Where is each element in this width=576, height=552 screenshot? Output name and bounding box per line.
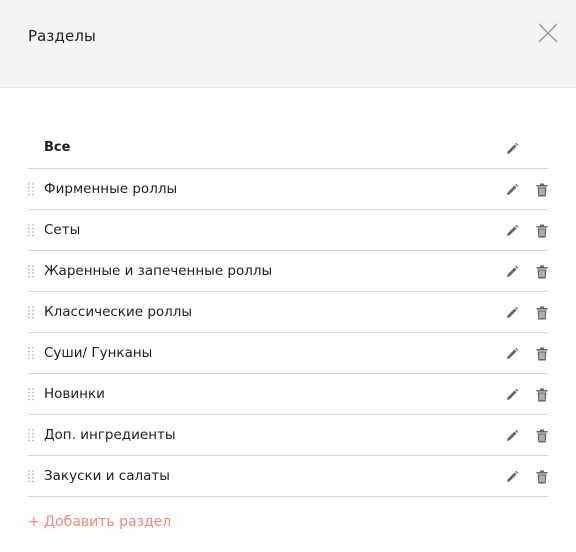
trash-icon bbox=[536, 183, 548, 197]
trash-icon bbox=[536, 306, 548, 320]
trash-icon bbox=[536, 347, 548, 361]
edit-button[interactable] bbox=[505, 223, 519, 237]
drag-handle-icon[interactable] bbox=[28, 346, 34, 360]
trash-icon bbox=[536, 470, 548, 484]
drag-handle-icon[interactable] bbox=[28, 387, 34, 401]
add-section-link[interactable]: + Добавить раздел bbox=[28, 514, 171, 530]
section-label: Жаренные и запеченные роллы bbox=[44, 263, 273, 279]
delete-button[interactable] bbox=[536, 428, 548, 443]
drag-handle-icon[interactable] bbox=[28, 469, 34, 483]
section-row[interactable]: Фирменные роллы bbox=[28, 169, 548, 210]
section-row[interactable]: Сеты bbox=[28, 210, 548, 251]
pencil-icon bbox=[507, 388, 519, 400]
edit-button[interactable] bbox=[505, 305, 519, 319]
section-row[interactable]: Жаренные и запеченные роллы bbox=[28, 251, 548, 292]
section-row[interactable]: Закуски и салаты bbox=[28, 456, 548, 497]
edit-button[interactable] bbox=[505, 264, 519, 278]
edit-button[interactable] bbox=[505, 469, 519, 483]
section-label: Сеты bbox=[44, 222, 81, 238]
drag-handle-icon[interactable] bbox=[28, 305, 34, 319]
sections-modal: Разделы Все Фирменные роллы Сеты Жаренны… bbox=[0, 0, 576, 552]
trash-icon bbox=[536, 429, 548, 443]
edit-button[interactable] bbox=[505, 141, 519, 155]
drag-handle-icon[interactable] bbox=[28, 428, 34, 442]
pencil-icon bbox=[507, 347, 519, 359]
pencil-icon bbox=[507, 142, 519, 154]
pencil-icon bbox=[507, 306, 519, 318]
close-button[interactable] bbox=[537, 22, 559, 44]
trash-icon bbox=[536, 388, 548, 402]
section-row[interactable]: Новинки bbox=[28, 374, 548, 415]
edit-button[interactable] bbox=[505, 182, 519, 196]
pencil-icon bbox=[507, 470, 519, 482]
drag-handle-icon[interactable] bbox=[28, 223, 34, 237]
section-row[interactable]: Доп. ингредиенты bbox=[28, 415, 548, 456]
delete-button[interactable] bbox=[536, 346, 548, 361]
pencil-icon bbox=[507, 224, 519, 236]
trash-icon bbox=[536, 265, 548, 279]
section-label: Фирменные роллы bbox=[44, 181, 178, 197]
delete-button[interactable] bbox=[536, 182, 548, 197]
delete-button[interactable] bbox=[536, 469, 548, 484]
delete-button[interactable] bbox=[536, 223, 548, 238]
close-icon bbox=[538, 23, 558, 43]
section-row[interactable]: Суши/ Гунканы bbox=[28, 333, 548, 374]
section-label: Суши/ Гунканы bbox=[44, 345, 153, 361]
section-label: Закуски и салаты bbox=[44, 468, 170, 484]
section-row-all[interactable]: Все bbox=[28, 128, 548, 169]
edit-button[interactable] bbox=[505, 428, 519, 442]
delete-button[interactable] bbox=[536, 305, 548, 320]
modal-title: Разделы bbox=[28, 27, 96, 45]
drag-handle-icon[interactable] bbox=[28, 264, 34, 278]
modal-header: Разделы bbox=[0, 0, 576, 88]
edit-button[interactable] bbox=[505, 346, 519, 360]
pencil-icon bbox=[507, 183, 519, 195]
sections-list: Все Фирменные роллы Сеты Жаренные и запе… bbox=[28, 128, 548, 497]
section-label: Все bbox=[44, 140, 71, 155]
trash-icon bbox=[536, 224, 548, 238]
pencil-icon bbox=[507, 429, 519, 441]
section-label: Классические роллы bbox=[44, 304, 193, 320]
delete-button[interactable] bbox=[536, 387, 548, 402]
section-label: Новинки bbox=[44, 386, 105, 402]
delete-button[interactable] bbox=[536, 264, 548, 279]
edit-button[interactable] bbox=[505, 387, 519, 401]
pencil-icon bbox=[507, 265, 519, 277]
section-label: Доп. ингредиенты bbox=[44, 427, 176, 443]
section-row[interactable]: Классические роллы bbox=[28, 292, 548, 333]
drag-handle-icon[interactable] bbox=[28, 182, 34, 196]
